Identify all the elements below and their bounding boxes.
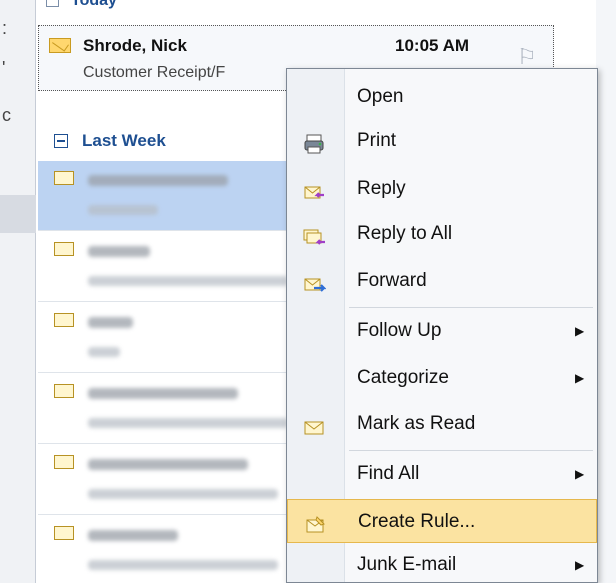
submenu-arrow-icon: ▶ xyxy=(575,324,585,338)
collapse-icon[interactable] xyxy=(54,133,68,148)
submenu-arrow-icon: ▶ xyxy=(575,467,585,481)
collapse-icon[interactable] xyxy=(46,0,59,8)
forward-icon xyxy=(302,269,327,293)
pane-glyph: ' xyxy=(2,58,6,78)
menu-separator xyxy=(349,307,593,308)
menu-item-label: Reply to All xyxy=(357,223,453,244)
menu-item-label: Create Rule... xyxy=(358,511,476,532)
sender-name: Shrode, Nick xyxy=(83,36,187,55)
blurred-subject xyxy=(88,205,158,215)
menu-item-follow-up[interactable]: Follow Up ▶ xyxy=(287,309,597,353)
envelope-read-icon xyxy=(54,242,74,256)
reply-all-icon xyxy=(302,222,326,246)
submenu-arrow-icon: ▶ xyxy=(575,558,585,572)
envelope-read-icon xyxy=(54,313,74,327)
envelope-read-icon xyxy=(54,526,74,540)
menu-item-forward[interactable]: Forward xyxy=(287,259,597,303)
menu-item-print[interactable]: Print xyxy=(287,119,597,163)
group-header-today[interactable]: Today xyxy=(36,0,596,18)
submenu-arrow-icon: ▶ xyxy=(575,371,585,385)
envelope-read-icon xyxy=(54,384,74,398)
received-time: 10:05 AM xyxy=(395,36,470,55)
blurred-subject xyxy=(88,489,278,499)
message-subject: Customer Receipt/F xyxy=(83,64,226,81)
menu-item-create-rule[interactable]: Create Rule... xyxy=(287,499,597,543)
menu-item-label: Find All xyxy=(357,463,420,484)
pane-glyph: c xyxy=(2,105,11,125)
menu-item-reply[interactable]: Reply xyxy=(287,167,597,211)
menu-separator xyxy=(349,450,593,451)
blurred-sender xyxy=(88,459,248,470)
blurred-sender xyxy=(88,175,228,186)
group-header-label: Today xyxy=(71,0,117,9)
menu-item-label: Forward xyxy=(357,270,427,291)
reply-icon xyxy=(302,177,326,201)
printer-icon xyxy=(302,129,326,154)
menu-item-find-all[interactable]: Find All ▶ xyxy=(287,452,597,496)
left-pane-strip: : ' c xyxy=(0,0,36,583)
rule-icon xyxy=(303,510,327,534)
blurred-sender xyxy=(88,530,178,541)
menu-item-label: Reply xyxy=(357,178,406,199)
menu-item-label: Junk E-mail xyxy=(357,554,457,575)
menu-item-reply-all[interactable]: Reply to All xyxy=(287,212,597,256)
pane-glyph: : xyxy=(2,18,8,38)
menu-item-label: Open xyxy=(357,86,404,107)
blurred-subject xyxy=(88,418,288,428)
group-header-label: Last Week xyxy=(82,131,166,150)
menu-item-junk-email[interactable]: Junk E-mail ▶ xyxy=(287,543,597,583)
left-pane-selection xyxy=(0,195,36,233)
envelope-open-icon xyxy=(302,412,326,436)
menu-item-mark-as-read[interactable]: Mark as Read xyxy=(287,402,597,446)
menu-item-categorize[interactable]: Categorize ▶ xyxy=(287,356,597,400)
menu-item-label: Print xyxy=(357,130,397,151)
blurred-subject xyxy=(88,560,278,570)
blurred-subject xyxy=(88,347,120,357)
envelope-read-icon xyxy=(54,171,74,185)
menu-item-open[interactable]: Open xyxy=(287,75,597,119)
blurred-sender xyxy=(88,388,238,399)
context-menu: Open Print Reply Reply to All Forward Fo… xyxy=(286,68,598,583)
menu-item-label: Categorize xyxy=(357,367,449,388)
blurred-sender xyxy=(88,246,150,257)
menu-item-label: Follow Up xyxy=(357,320,442,341)
menu-item-label: Mark as Read xyxy=(357,413,476,434)
envelope-read-icon xyxy=(54,455,74,469)
blurred-subject xyxy=(88,276,288,286)
blurred-sender xyxy=(88,317,133,328)
envelope-unread-icon xyxy=(49,38,71,53)
